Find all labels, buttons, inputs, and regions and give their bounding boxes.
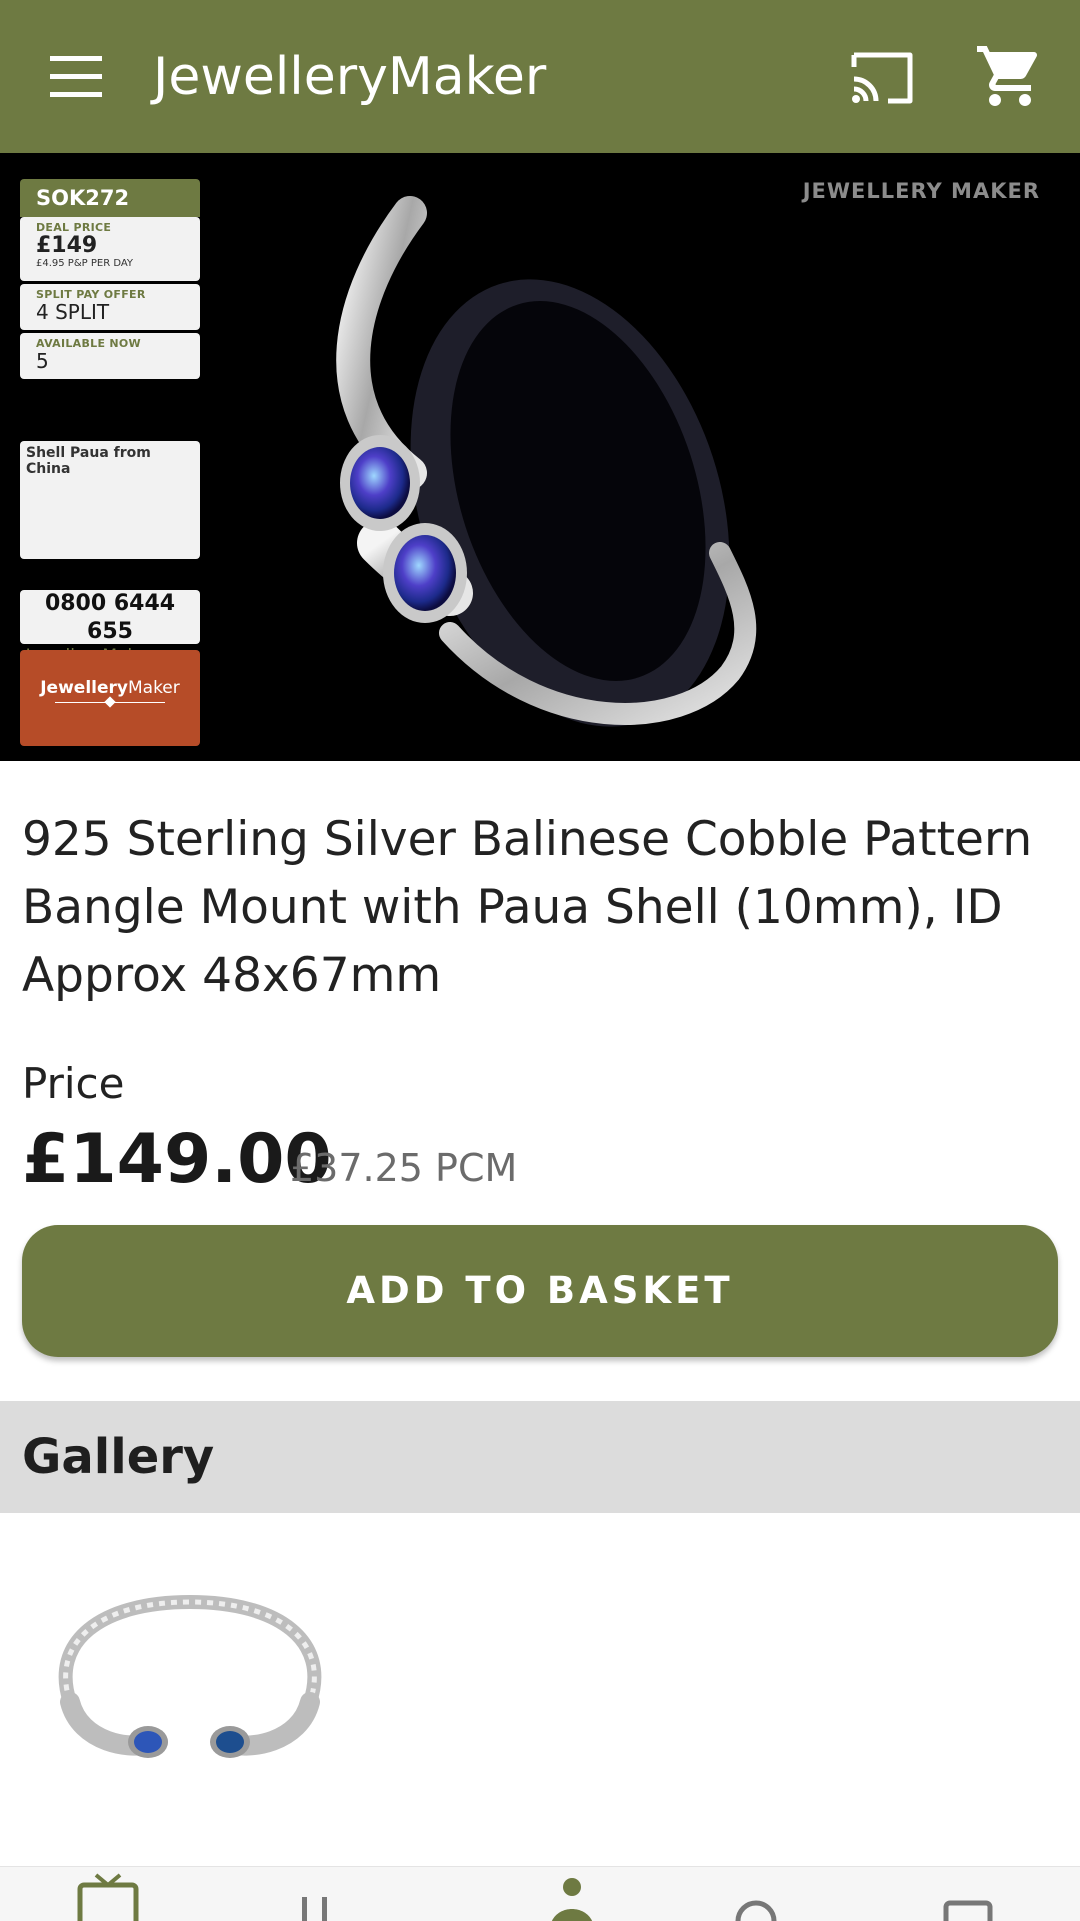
phone-panel: 0800 6444 655 JewelleryMaker.com: [20, 590, 200, 666]
person-icon[interactable]: [530, 1867, 610, 1921]
origin-note: Shell Paua from China: [26, 445, 151, 477]
deal-price-panel: DEAL PRICE £149 £4.95 P&P PER DAY: [20, 217, 200, 281]
brand-logo: JewelleryMaker: [20, 650, 200, 746]
phone-number: 0800 6444 655: [44, 591, 176, 644]
watermark: JEWELLERY MAKER: [802, 179, 1040, 203]
available-value: 5: [36, 349, 49, 373]
add-to-basket-button[interactable]: ADD TO BASKET: [22, 1225, 1058, 1357]
search-icon[interactable]: [276, 1867, 356, 1921]
price: £149.00: [22, 1120, 332, 1199]
app-bar: JewelleryMaker: [0, 0, 1080, 153]
hamburger-menu-icon[interactable]: [44, 50, 110, 104]
available-panel: AVAILABLE NOW 5: [20, 333, 200, 379]
split-value: 4 SPLIT: [36, 300, 110, 324]
brand-bold: Jewellery: [40, 678, 128, 698]
price-label: Price: [22, 1059, 125, 1108]
brand-divider: [55, 702, 165, 703]
available-label: AVAILABLE NOW: [36, 337, 141, 350]
price-pcm: £37.25 PCM: [290, 1146, 518, 1190]
product-title: 925 Sterling Silver Balinese Cobble Patt…: [22, 812, 1033, 1003]
bangle-image: [336, 196, 757, 727]
tv-icon[interactable]: [68, 1867, 148, 1921]
shopping-cart-icon[interactable]: [974, 40, 1046, 112]
gallery-thumbnail[interactable]: [40, 1552, 340, 1782]
split-pay-panel: SPLIT PAY OFFER 4 SPLIT: [20, 284, 200, 330]
deal-price: £149: [36, 233, 98, 258]
gallery-header: Gallery: [0, 1401, 1080, 1513]
cast-icon[interactable]: [848, 47, 918, 107]
account-icon[interactable]: [930, 1867, 1010, 1921]
brand-light: Maker: [127, 678, 180, 698]
product-video-frame[interactable]: JEWELLERY MAKER SOK272 DEAL PRICE £149 £…: [0, 153, 1080, 761]
app-title: JewelleryMaker: [153, 47, 547, 107]
help-icon[interactable]: [716, 1867, 796, 1921]
origin-panel: Shell Paua from China: [20, 441, 200, 559]
bottom-navigation: [0, 1866, 1080, 1921]
gallery-title: Gallery: [22, 1429, 215, 1485]
product-code: SOK272: [20, 179, 200, 217]
pp-note: £4.95 P&P PER DAY: [36, 258, 134, 269]
